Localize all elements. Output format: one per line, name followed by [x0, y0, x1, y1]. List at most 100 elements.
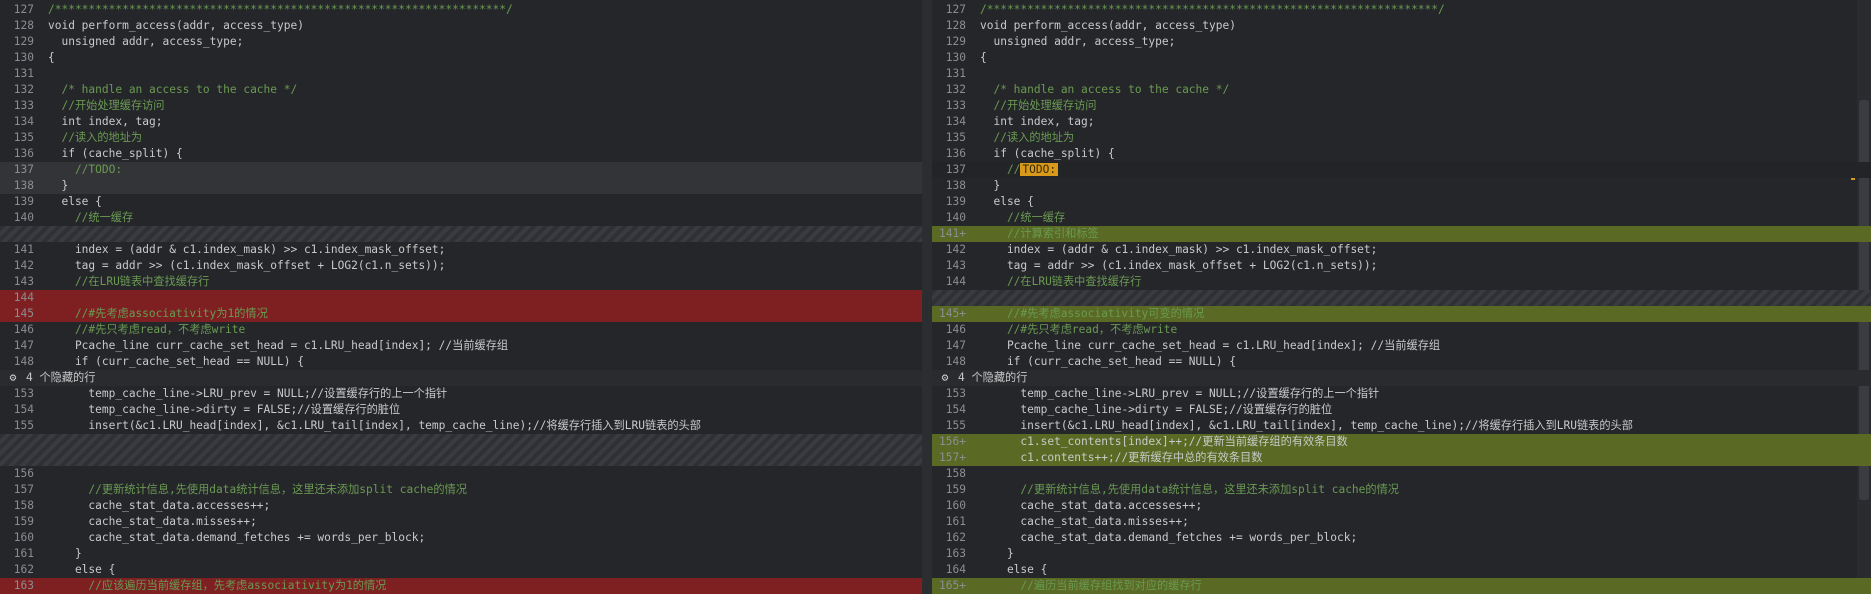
- line-number: 136: [13, 147, 34, 160]
- code-line[interactable]: 129 unsigned addr, access_type;: [0, 34, 922, 50]
- code-line[interactable]: 140 //统一缓存: [932, 210, 1871, 226]
- code-line[interactable]: 161 }: [0, 546, 922, 562]
- code-line[interactable]: 157+ c1.contents++;//更新缓存中总的有效条目数: [932, 450, 1871, 466]
- hidden-lines-bar[interactable]: ⚙ 4 个隐藏的行: [932, 370, 1871, 386]
- code-line[interactable]: 154 temp_cache_line->dirty = FALSE;//设置缓…: [932, 402, 1871, 418]
- code-line[interactable]: 140 //统一缓存: [0, 210, 922, 226]
- code-line[interactable]: 158 cache_stat_data.accesses++;: [0, 498, 922, 514]
- code-line[interactable]: 143 //在LRU链表中查找缓存行: [0, 274, 922, 290]
- code-line[interactable]: 128 void perform_access(addr, access_type…: [932, 18, 1871, 34]
- code-line[interactable]: 162 cache_stat_data.demand_fetches += wo…: [932, 530, 1871, 546]
- code-line[interactable]: 142 index = (addr & c1.index_mask) >> c1…: [932, 242, 1871, 258]
- expand-icon[interactable]: ⚙: [0, 370, 26, 386]
- code-line[interactable]: 136 if (cache_split) {: [0, 146, 922, 162]
- code-line[interactable]: 142 tag = addr >> (c1.index_mask_offset …: [0, 258, 922, 274]
- code-text: }: [48, 547, 82, 560]
- code-line[interactable]: 137 //TODO:: [0, 162, 922, 178]
- line-number: 135: [945, 131, 966, 144]
- code-line[interactable]: 132 /* handle an access to the cache */: [932, 82, 1871, 98]
- code-line[interactable]: 134 int index, tag;: [0, 114, 922, 130]
- code-line[interactable]: 147 Pcache_line curr_cache_set_head = c1…: [0, 338, 922, 354]
- code-line[interactable]: 155 insert(&c1.LRU_head[index], &c1.LRU_…: [0, 418, 922, 434]
- code-line[interactable]: 127 /************************************…: [0, 2, 922, 18]
- code-line[interactable]: 141+ //计算索引和标签: [932, 226, 1871, 242]
- code-line[interactable]: 129 unsigned addr, access_type;: [932, 34, 1871, 50]
- code-text: //读入的地址为: [48, 131, 143, 144]
- line-number: 159: [945, 483, 966, 496]
- code-text: insert(&c1.LRU_head[index], &c1.LRU_tail…: [980, 419, 1633, 432]
- code-line[interactable]: 127 /************************************…: [932, 2, 1871, 18]
- code-line[interactable]: 148 if (curr_cache_set_head == NULL) {: [932, 354, 1871, 370]
- code-line[interactable]: 163 }: [932, 546, 1871, 562]
- line-number: 137: [13, 163, 34, 176]
- line-number: 145+: [939, 307, 966, 320]
- code-line[interactable]: 133 //开始处理缓存访问: [932, 98, 1871, 114]
- code-line[interactable]: 165+ //遍历当前缓存组找到对应的缓存行: [932, 578, 1871, 594]
- code-line[interactable]: 137 //TODO:: [932, 162, 1871, 178]
- code-text: //应该遍历当前缓存组，先考虑associativity为1的情况: [48, 579, 387, 592]
- code-line[interactable]: 164 else {: [932, 562, 1871, 578]
- code-line[interactable]: 138 }: [0, 178, 922, 194]
- pane-splitter[interactable]: [922, 0, 932, 594]
- line-number: 131: [13, 67, 34, 80]
- code-line[interactable]: 155 insert(&c1.LRU_head[index], &c1.LRU_…: [932, 418, 1871, 434]
- code-text: if (cache_split) {: [48, 147, 183, 160]
- code-line[interactable]: 157 //更新统计信息,先使用data统计信息，这里还未添加split cac…: [0, 482, 922, 498]
- code-line[interactable]: 143 tag = addr >> (c1.index_mask_offset …: [932, 258, 1871, 274]
- code-line[interactable]: 145 //#先考虑associativity为1的情况: [0, 306, 922, 322]
- right-editor-pane[interactable]: 127 /************************************…: [932, 0, 1871, 594]
- code-line[interactable]: 131: [0, 66, 922, 82]
- line-number: 156: [13, 467, 34, 480]
- code-line[interactable]: 153 temp_cache_line->LRU_prev = NULL;//设…: [932, 386, 1871, 402]
- line-number: 142: [13, 259, 34, 272]
- code-line[interactable]: 131: [932, 66, 1871, 82]
- code-line[interactable]: 153 temp_cache_line->LRU_prev = NULL;//设…: [0, 386, 922, 402]
- code-text: cache_stat_data.demand_fetches += words_…: [980, 531, 1358, 544]
- code-line[interactable]: 138 }: [932, 178, 1871, 194]
- code-text: //开始处理缓存访问: [48, 99, 165, 112]
- code-line[interactable]: 148 if (curr_cache_set_head == NULL) {: [0, 354, 922, 370]
- code-text: else {: [980, 195, 1034, 208]
- code-line[interactable]: 139 else {: [932, 194, 1871, 210]
- code-line[interactable]: 158: [932, 466, 1871, 482]
- code-text: //#先考虑associativity可变的情况: [980, 307, 1205, 320]
- code-line[interactable]: 128 void perform_access(addr, access_type…: [0, 18, 922, 34]
- code-line[interactable]: 135 //读入的地址为: [0, 130, 922, 146]
- code-line[interactable]: 135 //读入的地址为: [932, 130, 1871, 146]
- code-line[interactable]: 161 cache_stat_data.misses++;: [932, 514, 1871, 530]
- line-number: 162: [945, 531, 966, 544]
- code-line[interactable]: 144: [0, 290, 922, 306]
- code-line[interactable]: 156+ c1.set_contents[index]++;//更新当前缓存组的…: [932, 434, 1871, 450]
- code-line[interactable]: 146 //#先只考虑read，不考虑write: [0, 322, 922, 338]
- code-line[interactable]: 132 /* handle an access to the cache */: [0, 82, 922, 98]
- code-line[interactable]: 144 //在LRU链表中查找缓存行: [932, 274, 1871, 290]
- code-line[interactable]: 160 cache_stat_data.demand_fetches += wo…: [0, 530, 922, 546]
- code-line[interactable]: 133 //开始处理缓存访问: [0, 98, 922, 114]
- code-text: c1.set_contents[index]++;//更新当前缓存组的有效条目数: [980, 435, 1348, 448]
- code-line[interactable]: 159 cache_stat_data.misses++;: [0, 514, 922, 530]
- code-line[interactable]: 139 else {: [0, 194, 922, 210]
- code-line[interactable]: 154 temp_cache_line->dirty = FALSE;//设置缓…: [0, 402, 922, 418]
- code-text: temp_cache_line->dirty = FALSE;//设置缓存行的脏…: [980, 403, 1333, 416]
- code-line[interactable]: 146 //#先只考虑read，不考虑write: [932, 322, 1871, 338]
- code-line[interactable]: 130 {: [932, 50, 1871, 66]
- line-number: 140: [13, 211, 34, 224]
- code-line[interactable]: 145+ //#先考虑associativity可变的情况: [932, 306, 1871, 322]
- hidden-lines-bar[interactable]: ⚙ 4 个隐藏的行: [0, 370, 922, 386]
- code-line[interactable]: 136 if (cache_split) {: [932, 146, 1871, 162]
- expand-icon[interactable]: ⚙: [932, 370, 958, 386]
- code-text: else {: [48, 563, 116, 576]
- code-line[interactable]: 163 //应该遍历当前缓存组，先考虑associativity为1的情况: [0, 578, 922, 594]
- code-line[interactable]: 159 //更新统计信息,先使用data统计信息，这里还未添加split cac…: [932, 482, 1871, 498]
- code-text: //TODO:: [48, 163, 123, 176]
- code-line[interactable]: 130 {: [0, 50, 922, 66]
- code-line[interactable]: 141 index = (addr & c1.index_mask) >> c1…: [0, 242, 922, 258]
- code-line[interactable]: 156: [0, 466, 922, 482]
- code-line[interactable]: 160 cache_stat_data.accesses++;: [932, 498, 1871, 514]
- code-text: //#先考虑associativity为1的情况: [48, 307, 268, 320]
- code-line[interactable]: 162 else {: [0, 562, 922, 578]
- code-line[interactable]: 134 int index, tag;: [932, 114, 1871, 130]
- code-text: cache_stat_data.demand_fetches += words_…: [48, 531, 426, 544]
- left-editor-pane[interactable]: 127 /************************************…: [0, 0, 922, 594]
- code-line[interactable]: 147 Pcache_line curr_cache_set_head = c1…: [932, 338, 1871, 354]
